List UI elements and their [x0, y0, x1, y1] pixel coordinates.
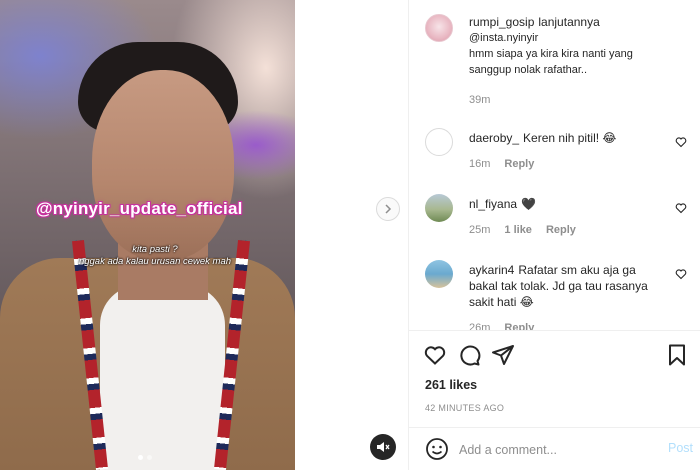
carousel-dots: [138, 455, 152, 460]
comment-text: Keren nih pitil! 😂: [523, 131, 617, 145]
comment-meta: 16m Reply: [469, 156, 679, 172]
comment-text-1: Rafatar sm aku aja ga: [518, 263, 636, 277]
post-timestamp[interactable]: 42 MINUTES AGO: [425, 403, 504, 413]
reply-button[interactable]: Reply: [546, 222, 576, 238]
subtitle-line-1: kita pasti ?: [132, 244, 178, 255]
reply-button[interactable]: Reply: [504, 320, 534, 330]
caption-body: rumpi_gosip lanjutannya @insta.nyinyir hm…: [469, 14, 679, 108]
speaker-muted-icon: [377, 442, 390, 452]
media-subtitle: kita pasti ? nggak ada kalau urusan cewe…: [60, 244, 250, 268]
caption-text-4: sanggup nolak rafathar..: [469, 64, 588, 76]
comment-username[interactable]: nl_fiyana: [469, 197, 517, 211]
person-shirt: [100, 285, 225, 470]
post-side-panel: rumpi_gosip lanjutannya @insta.nyinyir hm…: [408, 0, 700, 470]
carousel-dot-active: [138, 455, 143, 460]
share-paper-plane-icon[interactable]: [491, 343, 515, 367]
carousel-dot: [147, 455, 152, 460]
action-icons-row: [423, 343, 689, 369]
comment-username[interactable]: daeroby_: [469, 131, 519, 145]
comment-body: daeroby_ Keren nih pitil! 😂 16m Reply: [469, 128, 679, 172]
comment-username[interactable]: aykarin4: [469, 263, 514, 277]
avatar[interactable]: [425, 260, 453, 288]
comment-time: 25m: [469, 224, 491, 236]
avatar[interactable]: [425, 128, 453, 156]
caption-meta: 39m: [469, 92, 679, 108]
comment-bubble-icon[interactable]: [457, 343, 481, 367]
likes-count[interactable]: 261 likes: [425, 378, 477, 392]
like-comment-heart-icon[interactable]: [675, 202, 687, 214]
comment-meta: 26m Reply: [469, 320, 679, 330]
caption-username[interactable]: rumpi_gosip: [469, 15, 534, 29]
mute-button[interactable]: [370, 434, 396, 460]
comment-text-2: bakal tak tolak. Jd ga tau rasanya: [469, 279, 648, 293]
caption-line-1: rumpi_gosip lanjutannya: [469, 14, 679, 30]
comment-input[interactable]: [459, 439, 649, 461]
comment-time: 26m: [469, 322, 491, 330]
person-face: [92, 70, 234, 260]
next-media-button[interactable]: [376, 197, 400, 221]
like-comment-heart-icon[interactable]: [675, 136, 687, 148]
caption-time: 39m: [469, 94, 491, 106]
post-comment-button[interactable]: Post: [668, 441, 693, 455]
comments-list[interactable]: rumpi_gosip lanjutannya @insta.nyinyir hm…: [409, 0, 700, 330]
avatar[interactable]: [425, 194, 453, 222]
comment-body: aykarin4 Rafatar sm aku aja ga bakal tak …: [469, 260, 679, 330]
like-comment-heart-icon[interactable]: [675, 268, 687, 280]
reply-button[interactable]: Reply: [504, 156, 534, 172]
comment-time: 16m: [469, 158, 491, 170]
post-media[interactable]: @nyinyir_update_official kita pasti ? ng…: [0, 0, 295, 470]
comment-body: nl_fiyana 🖤 25m 1 like Reply: [469, 194, 679, 238]
instagram-post-view: @nyinyir_update_official kita pasti ? ng…: [0, 0, 700, 470]
media-watermark: @nyinyir_update_official: [36, 199, 243, 218]
emoji-smiley-icon[interactable]: [425, 437, 449, 461]
chevron-right-icon: [385, 204, 392, 214]
comment-meta: 25m 1 like Reply: [469, 222, 679, 238]
add-comment-row: Post: [409, 427, 700, 470]
caption-text-1: lanjutannya: [538, 15, 600, 29]
comment-text: 🖤: [521, 197, 536, 211]
post-actions: 261 likes 42 MINUTES AGO Post: [409, 330, 700, 470]
avatar[interactable]: [425, 14, 453, 42]
comment-likes[interactable]: 1 like: [504, 222, 532, 238]
comment-text-3: sakit hati 😂: [469, 295, 534, 309]
subtitle-line-2: nggak ada kalau urusan cewek mah: [78, 256, 232, 267]
like-heart-icon[interactable]: [423, 343, 447, 367]
caption-text-3: hmm siapa ya kira kira nanti yang: [469, 48, 633, 60]
caption-mention[interactable]: @insta.nyinyir: [469, 30, 679, 46]
save-bookmark-icon[interactable]: [665, 343, 689, 367]
